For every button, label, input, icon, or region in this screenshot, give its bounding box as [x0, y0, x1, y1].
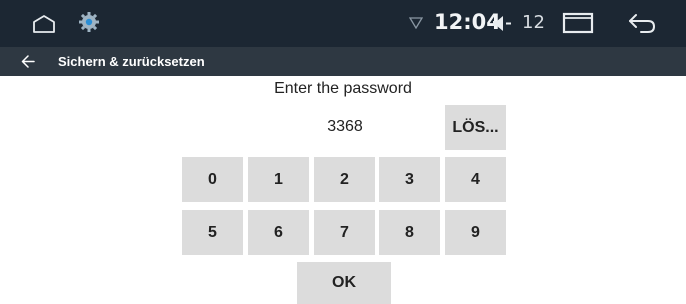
password-prompt: Enter the password [274, 80, 412, 97]
volume-level: 12 [522, 12, 545, 33]
key-5-button[interactable]: 5 [182, 210, 243, 255]
arrow-left-icon[interactable] [21, 55, 35, 68]
ok-button[interactable]: OK [297, 262, 391, 304]
key-8-button[interactable]: 8 [379, 210, 440, 255]
key-9-button[interactable]: 9 [445, 210, 506, 255]
key-1-button[interactable]: 1 [248, 157, 309, 202]
key-3-button[interactable]: 3 [379, 157, 440, 202]
clear-button[interactable]: LÖS... [445, 105, 506, 150]
key-4-button[interactable]: 4 [445, 157, 506, 202]
settings-gear-icon[interactable] [78, 11, 100, 33]
key-0-button[interactable]: 0 [182, 157, 243, 202]
signal-icon [409, 17, 423, 29]
screen: 12:04 12 Sichern & zurücksetzen Enter th… [0, 0, 686, 304]
key-7-button[interactable]: 7 [314, 210, 375, 255]
title-bar: Sichern & zurücksetzen [0, 47, 686, 76]
volume-icon[interactable] [492, 15, 512, 32]
home-icon[interactable] [32, 14, 56, 34]
status-bar: 12:04 12 [0, 0, 686, 47]
recent-apps-icon[interactable] [562, 12, 594, 34]
key-2-button[interactable]: 2 [314, 157, 375, 202]
back-icon[interactable] [627, 11, 657, 35]
password-field[interactable]: 3368 [315, 118, 375, 136]
clock-time: 12:04 [434, 10, 501, 34]
page-title: Sichern & zurücksetzen [58, 54, 205, 69]
key-6-button[interactable]: 6 [248, 210, 309, 255]
